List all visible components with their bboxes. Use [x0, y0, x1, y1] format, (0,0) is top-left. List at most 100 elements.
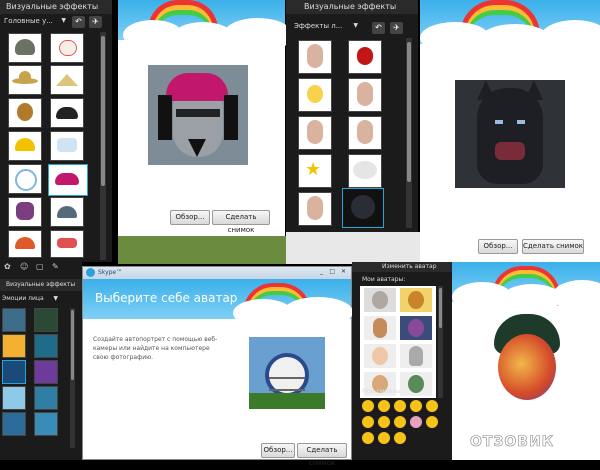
face-effect-smoke[interactable]	[348, 154, 382, 188]
face-effect-plain[interactable]	[298, 40, 332, 74]
take-snapshot-button[interactable]: Сделать снимок	[297, 443, 347, 467]
hat-item-redcap[interactable]	[8, 230, 42, 258]
hat-item-straw[interactable]	[50, 65, 84, 95]
emotion-item[interactable]	[2, 360, 26, 384]
take-snapshot-button[interactable]: Сделать снимок	[522, 239, 584, 254]
avatars-scrollbar[interactable]	[438, 286, 443, 398]
effects-scrollbar[interactable]	[100, 32, 106, 260]
category-dropdown[interactable]: Эмоции лица ▼	[2, 295, 62, 305]
hat-item-cap[interactable]	[50, 197, 84, 227]
face-effect-face3[interactable]	[298, 116, 332, 150]
hat-item-halo[interactable]	[8, 164, 42, 194]
cloud-icon	[223, 18, 293, 52]
face-effect-stars[interactable]: ★	[298, 154, 332, 188]
avatar-item-baby[interactable]	[364, 344, 396, 368]
emoticon-icon[interactable]	[410, 416, 422, 428]
take-snapshot-button[interactable]: Сделать снимок	[212, 210, 270, 234]
face-effect-face5[interactable]	[298, 192, 332, 226]
effects-icon[interactable]: ✎	[52, 262, 59, 271]
panel-titlebar: Визуальные эффекты	[0, 279, 82, 291]
helmet-icon	[15, 39, 35, 55]
emotion-item[interactable]	[34, 412, 58, 436]
werewolf-ear-image	[477, 80, 495, 100]
scrollbar-thumb[interactable]	[407, 42, 411, 182]
emoticon-icon[interactable]	[362, 416, 374, 428]
emoticon-icon[interactable]	[394, 432, 406, 444]
category-dropdown-value: Эффекты л...	[294, 22, 343, 30]
browse-button[interactable]: Обзор...	[261, 443, 295, 458]
face-effect-werewolf[interactable]	[342, 188, 384, 228]
emoticon-icon[interactable]	[394, 400, 406, 412]
face-effect-devil[interactable]	[348, 40, 382, 74]
scrollbar-thumb[interactable]	[439, 288, 442, 328]
undo-button[interactable]: ↶	[372, 22, 385, 34]
minimize-icon[interactable]: _	[320, 268, 323, 275]
category-dropdown[interactable]: Эффекты л... ▼	[294, 22, 358, 34]
emoticon-icon[interactable]	[426, 416, 438, 428]
avatar-item-cat[interactable]	[364, 288, 396, 312]
hair-image	[158, 95, 172, 140]
effects-scrollbar[interactable]	[406, 38, 412, 228]
avatar-item-dino[interactable]	[400, 372, 432, 396]
emotion-item[interactable]	[34, 386, 58, 410]
hat-item-sombrero[interactable]	[8, 65, 42, 95]
hat-item-bow[interactable]	[50, 230, 84, 258]
close-icon[interactable]: ✕	[341, 268, 346, 275]
emoticon-icon[interactable]	[378, 416, 390, 428]
face-effect-face4[interactable]	[348, 116, 382, 150]
hardhat-icon	[15, 138, 35, 151]
emoticon-icon[interactable]	[378, 400, 390, 412]
scrollbar-thumb[interactable]	[101, 36, 105, 186]
hat-item-bandana[interactable]	[50, 131, 84, 161]
hat-item-hardhat[interactable]	[8, 131, 42, 161]
emoticon-icon[interactable]	[394, 416, 406, 428]
hat-item-beret[interactable]	[48, 164, 88, 196]
avatar-item-cat2[interactable]	[400, 288, 432, 312]
emoticon-icon[interactable]	[378, 432, 390, 444]
emoticon-icon[interactable]	[362, 432, 374, 444]
webcam-photo-beret	[148, 65, 248, 165]
avatar-picker-panel: Изменить аватар Мои аватары: Мои смайлы:	[352, 262, 452, 460]
face-effect-face2[interactable]	[348, 78, 382, 112]
avatar-item-monster[interactable]	[400, 316, 432, 340]
emotion-item[interactable]	[34, 334, 58, 358]
browse-button[interactable]: Обзор...	[170, 210, 210, 225]
effects-icon[interactable]: ☺	[20, 262, 28, 271]
effects-scrollbar[interactable]	[70, 308, 75, 448]
hat-item-scarf[interactable]	[8, 197, 42, 227]
face-effect-chick[interactable]	[298, 78, 332, 112]
browse-button[interactable]: Обзор...	[478, 239, 518, 254]
avatar-item-alien[interactable]	[400, 344, 432, 368]
emotion-item[interactable]	[2, 334, 26, 358]
boy-icon	[373, 318, 387, 338]
camera-effect-button[interactable]: ✈	[89, 16, 102, 28]
avatar-preview-football	[249, 337, 325, 409]
beret-icon	[55, 173, 79, 185]
emoticon-icon[interactable]	[362, 400, 374, 412]
emotion-item[interactable]	[34, 360, 58, 384]
effects-icon[interactable]: ✿	[4, 262, 11, 271]
camera-effect-button[interactable]: ✈	[390, 22, 403, 34]
hat-item-chicken[interactable]	[50, 33, 84, 63]
hat-item-bowler[interactable]	[50, 98, 84, 128]
emotion-item[interactable]	[2, 412, 26, 436]
emotion-item[interactable]	[2, 386, 26, 410]
maximize-icon[interactable]: □	[329, 268, 335, 275]
halo-icon	[15, 169, 37, 191]
cat-icon	[408, 291, 424, 309]
emotion-item[interactable]	[34, 308, 58, 332]
skype-logo-icon	[86, 268, 95, 277]
emoticon-icon[interactable]	[410, 400, 422, 412]
hair-image	[224, 95, 238, 140]
effects-panel-emotions: ✿ ☺ ▢ ✎ Визуальные эффекты Эмоции лица ▼	[0, 262, 82, 460]
hat-item-helmet[interactable]	[8, 33, 42, 63]
scrollbar-thumb[interactable]	[71, 310, 74, 380]
emotion-item[interactable]	[2, 308, 26, 332]
devil-icon	[357, 47, 373, 65]
hat-item-diving[interactable]	[8, 98, 42, 128]
category-dropdown[interactable]: Головные у... ▼	[4, 17, 66, 29]
undo-button[interactable]: ↶	[72, 16, 85, 28]
emoticon-icon[interactable]	[426, 400, 438, 412]
effects-icon[interactable]: ▢	[36, 262, 44, 271]
avatar-item-boy[interactable]	[364, 316, 396, 340]
